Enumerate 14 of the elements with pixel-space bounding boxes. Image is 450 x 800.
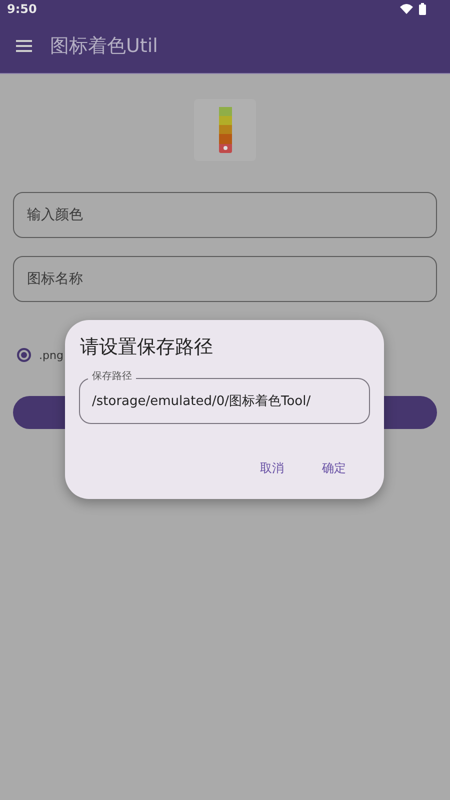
radio-label: .png xyxy=(39,348,64,362)
text-field[interactable]: 图标名称 xyxy=(13,256,437,302)
field-label: 保存路径 xyxy=(88,371,136,383)
menu-button[interactable] xyxy=(16,40,32,52)
dialog-button[interactable]: 取消 xyxy=(256,458,288,479)
battery-icon xyxy=(419,3,426,15)
color-palette-icon xyxy=(218,107,232,153)
app-title: 图标着色Util xyxy=(50,34,158,58)
wifi-icon xyxy=(400,4,413,14)
text-field[interactable]: 输入颜色 xyxy=(13,192,437,238)
status-time: 9:50 xyxy=(7,2,37,16)
dialog-title: 请设置保存路径 xyxy=(80,335,214,360)
radio-button[interactable] xyxy=(17,348,31,362)
dialog-button[interactable]: 确定 xyxy=(318,458,350,479)
